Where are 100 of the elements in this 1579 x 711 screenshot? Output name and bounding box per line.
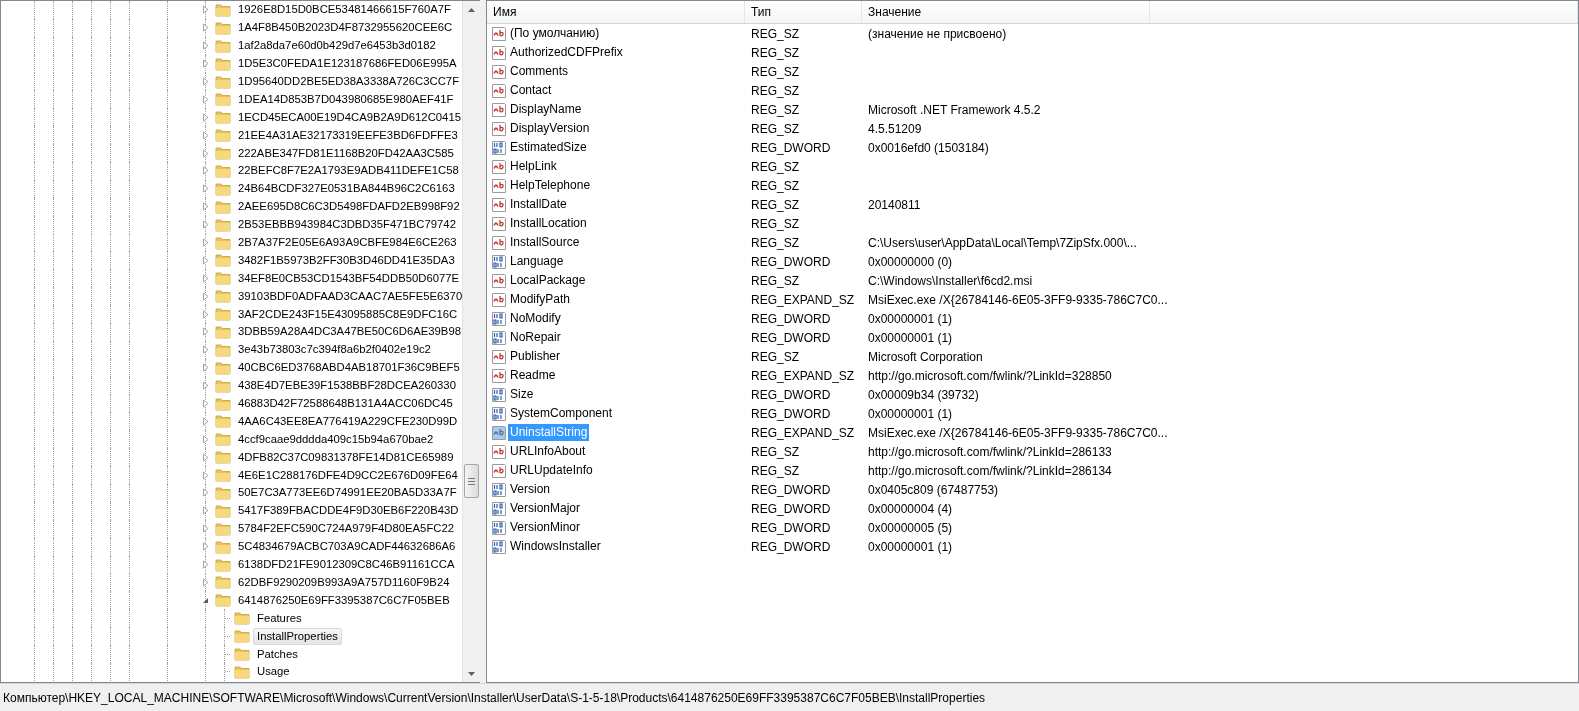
value-name[interactable]: Readme <box>508 367 558 384</box>
expand-arrow-icon[interactable] <box>201 291 210 301</box>
value-name[interactable]: NoRepair <box>508 329 563 346</box>
expand-arrow-icon[interactable] <box>201 416 210 426</box>
expand-arrow-icon[interactable] <box>201 112 210 122</box>
tree-node[interactable]: 1A4F8B450B2023D4F8732955620CEE6C <box>234 19 457 37</box>
expand-arrow-icon[interactable] <box>201 363 210 373</box>
expand-arrow-icon[interactable] <box>201 399 210 409</box>
tree-node[interactable]: 4E6E1C288176DFE4D9CC2E676D09FE64 <box>234 466 462 484</box>
expand-arrow-icon[interactable] <box>201 59 210 69</box>
tree-node[interactable]: 4AA6C43EE8EA776419A229CFE230D99D <box>234 412 462 430</box>
tree-node[interactable]: 2B7A37F2E05E6A93A9CBFE984E6CE263 <box>234 234 461 251</box>
value-name[interactable]: EstimatedSize <box>508 139 589 156</box>
expand-arrow-icon[interactable] <box>201 255 210 265</box>
value-name[interactable]: DisplayName <box>508 101 584 118</box>
expand-arrow-icon[interactable] <box>201 273 210 283</box>
expand-arrow-icon[interactable] <box>201 238 210 247</box>
value-name[interactable]: Comments <box>508 63 570 80</box>
value-name[interactable]: HelpLink <box>508 158 559 175</box>
expand-arrow-icon[interactable] <box>201 452 210 462</box>
value-name[interactable]: Contact <box>508 82 554 99</box>
column-header[interactable]: Имя <box>487 1 745 23</box>
value-name[interactable]: LocalPackage <box>508 272 588 289</box>
expand-arrow-icon[interactable] <box>201 577 210 587</box>
expand-arrow-icon[interactable] <box>201 327 210 337</box>
value-name[interactable]: NoModify <box>508 310 563 327</box>
tree-node[interactable]: 3482F1B5973B2FF30B3D46DD41E35DA3 <box>234 251 459 269</box>
value-name[interactable]: AuthorizedCDFPrefix <box>508 44 625 61</box>
value-name[interactable]: URLUpdateInfo <box>508 462 595 479</box>
expand-arrow-icon[interactable] <box>201 77 210 86</box>
expand-arrow-icon[interactable] <box>201 202 210 212</box>
value-name[interactable]: SystemComponent <box>508 405 615 422</box>
expand-arrow-icon[interactable] <box>201 542 210 552</box>
tree-node[interactable]: Patches <box>253 645 302 663</box>
tree-node[interactable]: 1ECD45ECA00E19D4CA9B2A9D612C0415 <box>234 108 462 126</box>
tree-node[interactable]: 1926E8D15D0BCE53481466615F760A7F <box>234 1 455 19</box>
value-name[interactable]: Size <box>508 386 536 403</box>
tree-node[interactable]: 34EF8E0CB53CD1543BF54DDB50D6077E <box>234 269 462 287</box>
value-name[interactable]: Language <box>508 253 566 270</box>
tree-node[interactable]: 3AF2CDE243F15E43095885C8E9DFC16C <box>234 305 462 323</box>
tree-node[interactable]: 1D5E3C0FEDA1E123187686FED06E995A <box>234 55 461 73</box>
tree-node[interactable]: 222ABE347FD81E1168B20FD42AA3C585 <box>234 144 458 162</box>
value-name[interactable]: InstallDate <box>508 196 569 213</box>
value-name[interactable]: HelpTelephone <box>508 177 593 194</box>
tree-node[interactable]: 2B53EBBB943984C3DBD35F471BC79742 <box>234 216 460 234</box>
tree-node[interactable]: 24B64BCDF327E0531BA844B96C2C6163 <box>234 180 459 198</box>
tree-node[interactable]: 46883D42F72588648B131A4ACC06DC45 <box>234 395 457 413</box>
tree-node[interactable]: InstallProperties <box>253 627 342 645</box>
column-header[interactable]: Тип <box>745 1 862 23</box>
tree-node[interactable]: 438E4D7EBE39F1538BBF28DCEA260330 <box>234 377 460 395</box>
tree-node[interactable]: 1D95640DD2BE5ED38A3338A726C3CC7F <box>234 73 462 90</box>
expand-arrow-icon[interactable] <box>201 220 210 230</box>
tree-node[interactable]: 3DBB59A28A4DC3A47BE50C6D6AE39B98 <box>234 323 462 341</box>
vertical-scrollbar[interactable] <box>462 1 480 682</box>
expand-arrow-icon[interactable] <box>201 309 210 319</box>
value-name[interactable]: (По умолчанию) <box>508 25 602 42</box>
scroll-down-icon[interactable] <box>468 671 475 676</box>
tree-node[interactable]: 4DFB82C37C09831378FE14D81CE65989 <box>234 448 458 466</box>
expand-arrow-icon[interactable] <box>201 560 210 570</box>
scroll-up-icon[interactable] <box>468 7 475 12</box>
tree-node[interactable]: 1af2a8da7e60d0b429d7e6453b3d0182 <box>234 37 440 55</box>
expand-arrow-icon[interactable] <box>201 506 210 516</box>
tree-node[interactable]: 6138DFD21FE9012309C8C46B91161CCA <box>234 556 459 574</box>
tree-node[interactable]: 5C4834679ACBC703A9CADF44632686A6 <box>234 538 460 556</box>
tree-node[interactable]: 6414876250E69FF3395387C6C7F05BEB <box>234 591 454 609</box>
expand-arrow-icon[interactable] <box>201 524 210 534</box>
expand-arrow-icon[interactable] <box>201 470 210 480</box>
expand-arrow-icon[interactable] <box>201 41 210 51</box>
tree-node[interactable]: 40CBC6ED3768ABD4AB18701F36C9BEF5 <box>234 359 462 377</box>
value-name[interactable]: ModifyPath <box>508 291 573 308</box>
expand-arrow-icon[interactable] <box>201 434 210 444</box>
expand-arrow-icon[interactable] <box>201 381 210 391</box>
tree-node[interactable]: 5417F389FBACDDE4F9D30EB6F220B43D <box>234 502 462 520</box>
expand-arrow-icon[interactable] <box>201 130 210 140</box>
expand-arrow-icon[interactable] <box>201 166 210 176</box>
tree-node[interactable]: 50E7C3A773EE6D74991EE20BA5D33A7F <box>234 484 461 502</box>
scrollbar-thumb[interactable] <box>464 464 479 498</box>
value-name[interactable]: DisplayVersion <box>508 120 592 137</box>
value-name[interactable]: URLInfoAbout <box>508 443 588 460</box>
expand-arrow-icon[interactable] <box>201 94 210 104</box>
value-name[interactable]: InstallSource <box>508 234 582 251</box>
tree-node[interactable]: 2AEE695D8C6C3D5498FDAFD2EB998F92 <box>234 198 462 216</box>
tree-node[interactable]: Features <box>253 609 306 627</box>
tree-node[interactable]: 21EE4A31AE32173319EEFE3BD6FDFFE3 <box>234 126 462 144</box>
value-name[interactable]: VersionMajor <box>508 500 583 517</box>
tree-node[interactable]: 62DBF9290209B993A9A757D1160F9B24 <box>234 573 454 591</box>
expand-arrow-icon[interactable] <box>201 345 210 355</box>
value-name[interactable]: Publisher <box>508 348 563 365</box>
value-name[interactable]: VersionMinor <box>508 519 583 536</box>
expand-arrow-icon[interactable] <box>201 5 210 15</box>
tree-node[interactable]: 4ccf9caae9dddda409c15b94a670bae2 <box>234 430 438 448</box>
value-name[interactable]: WindowsInstaller <box>508 538 603 555</box>
tree-node[interactable]: 1DEA14D853B7D043980685E980AEF41F <box>234 90 458 108</box>
tree-node[interactable]: 39103BDF0ADFAAD3CAAC7AE5FE5E6370 <box>234 287 462 305</box>
column-header[interactable]: Значение <box>862 1 1150 23</box>
value-name[interactable]: InstallLocation <box>508 215 589 232</box>
expand-arrow-icon[interactable] <box>201 488 210 498</box>
value-name[interactable]: Version <box>508 481 553 498</box>
tree-node[interactable]: 22BEFC8F7E2A1793E9ADB411DEFE1C58 <box>234 162 462 180</box>
tree-node[interactable]: Usage <box>253 663 294 681</box>
